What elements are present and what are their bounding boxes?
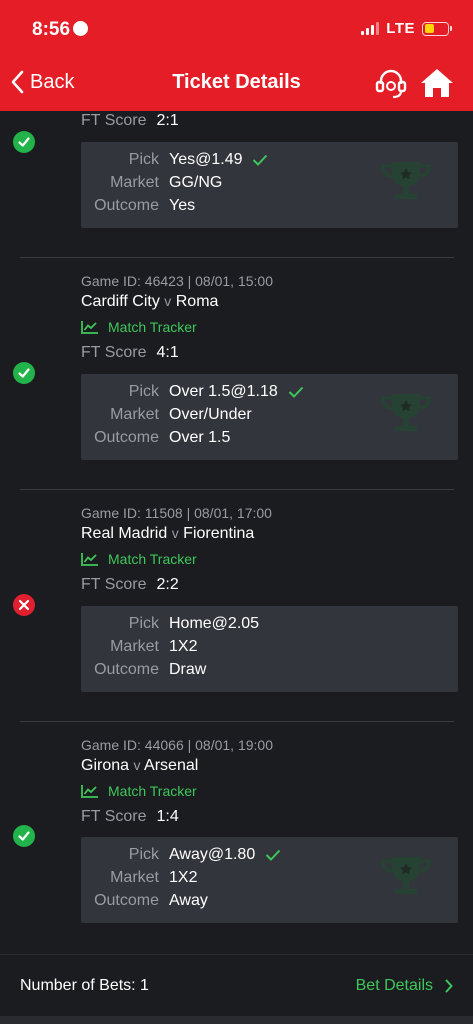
- pick-label: Pick: [128, 615, 159, 632]
- match-tracker-link[interactable]: Match Tracker: [81, 319, 197, 335]
- outcome-label: Outcome: [94, 892, 159, 909]
- game-meta: Game ID: 46423 | 08/01, 15:00: [81, 273, 273, 289]
- status-indicators: LTE: [361, 20, 452, 37]
- market-value: Over/Under: [169, 406, 252, 423]
- back-label: Back: [30, 70, 75, 93]
- x-circle-icon: [13, 594, 35, 616]
- support-button[interactable]: [374, 66, 408, 105]
- chart-line-icon: [81, 553, 98, 566]
- bet-details-button[interactable]: Bet Details: [356, 977, 453, 995]
- market-value: GG/NG: [169, 174, 223, 191]
- bet-card: Pick Over 1.5@1.18 Market Over/Under Outco…: [81, 374, 458, 460]
- outcome-value: Yes: [169, 197, 196, 214]
- market-value: 1X2: [169, 638, 198, 655]
- bet-card: Pick Home@2.05 Market 1X2 Outcome Draw: [81, 606, 458, 692]
- check-circle-icon: [13, 131, 35, 153]
- ft-score: FT Score 2:2: [81, 576, 179, 593]
- checkmark-icon: [266, 849, 281, 861]
- outcome-label: Outcome: [94, 661, 159, 678]
- ft-score: FT Score 4:1: [81, 344, 179, 361]
- pick-value: Home@2.05: [169, 615, 260, 632]
- trophy-icon: [381, 162, 431, 199]
- ft-score: FT Score 1:4: [81, 808, 179, 825]
- network-type: LTE: [386, 20, 415, 37]
- status-time: 8:56: [32, 19, 89, 41]
- outcome-label: Outcome: [94, 197, 159, 214]
- app-header: 8:56 LTE Back Ticket Details: [0, 0, 473, 111]
- chevron-right-icon: [445, 979, 453, 993]
- pick-label: Pick: [128, 846, 159, 863]
- check-circle-icon: [13, 362, 35, 384]
- pick-value: Away@1.80: [169, 846, 256, 863]
- ft-score: FT Score 2:1: [81, 112, 179, 129]
- match-teams: Real Madrid v Fiorentina: [81, 525, 255, 542]
- bets-count: Number of Bets: 1: [20, 977, 149, 994]
- market-label: Market: [110, 406, 159, 423]
- headset-icon: [375, 69, 407, 99]
- outcome-value: Away: [169, 892, 208, 909]
- status-time-text: 8:56: [32, 19, 71, 40]
- focus-icon: [73, 21, 89, 36]
- battery-icon: [422, 21, 452, 36]
- outcome-label: Outcome: [94, 429, 159, 446]
- game-meta: Game ID: 44066 | 08/01, 19:00: [81, 737, 273, 753]
- divider: [20, 489, 454, 490]
- signal-icon: [361, 22, 380, 35]
- chevron-left-icon: [11, 70, 24, 94]
- match-teams: Cardiff City v Roma: [81, 293, 219, 310]
- bet-card: Pick Yes@1.49 Market GG/NG Outcome Yes: [81, 142, 458, 228]
- checkmark-icon: [253, 154, 268, 166]
- divider: [20, 721, 454, 722]
- home-icon: [421, 69, 453, 97]
- chart-line-icon: [81, 785, 98, 798]
- market-label: Market: [110, 174, 159, 191]
- home-button[interactable]: [420, 67, 454, 104]
- match-tracker-link[interactable]: Match Tracker: [81, 551, 197, 567]
- ticket-footer: Number of Bets: 1 Bet Details: [0, 954, 473, 1016]
- pick-label: Pick: [128, 151, 159, 168]
- outcome-value: Over 1.5: [169, 429, 231, 446]
- chart-line-icon: [81, 321, 98, 334]
- market-label: Market: [110, 638, 159, 655]
- bottom-bar: [0, 1016, 473, 1024]
- outcome-value: Draw: [169, 661, 207, 678]
- match-tracker-link[interactable]: Match Tracker: [81, 783, 197, 799]
- checkmark-icon: [288, 386, 303, 398]
- pick-label: Pick: [128, 383, 159, 400]
- game-meta: Game ID: 11508 | 08/01, 17:00: [81, 505, 272, 521]
- check-circle-icon: [13, 825, 35, 847]
- back-button[interactable]: Back: [10, 70, 74, 94]
- pick-value: Over 1.5@1.18: [169, 383, 278, 400]
- trophy-icon: [381, 394, 431, 431]
- market-value: 1X2: [169, 869, 198, 886]
- bet-card: Pick Away@1.80 Market 1X2 Outcome Away: [81, 837, 458, 923]
- divider: [20, 257, 454, 258]
- pick-value: Yes@1.49: [169, 151, 243, 168]
- match-teams: Girona v Arsenal: [81, 757, 199, 774]
- bet-details-label: Bet Details: [355, 977, 433, 994]
- trophy-icon: [381, 857, 431, 894]
- market-label: Market: [110, 869, 159, 886]
